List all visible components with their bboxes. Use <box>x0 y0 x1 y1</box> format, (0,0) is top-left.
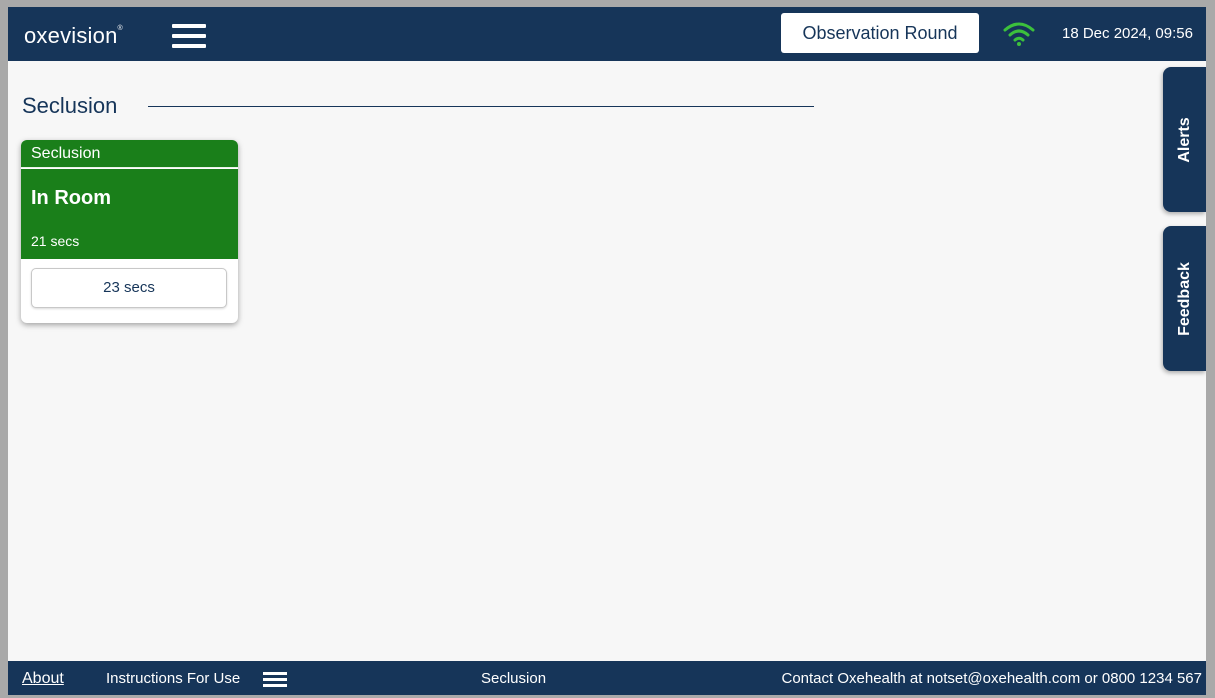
logo-text: oxevision <box>24 23 118 48</box>
instructions-menu-icon[interactable] <box>263 672 287 688</box>
card-timer-button[interactable]: 23 secs <box>31 268 227 308</box>
logo-registered-mark: ® <box>117 25 123 32</box>
observation-round-button[interactable]: Observation Round <box>781 13 979 53</box>
alerts-tab-label: Alerts <box>1175 116 1193 163</box>
wifi-icon <box>1003 22 1035 46</box>
hamburger-menu-icon[interactable] <box>172 24 206 48</box>
instructions-for-use-link[interactable]: Instructions For Use <box>106 670 240 687</box>
current-datetime: 18 Dec 2024, 09:56 <box>1062 25 1193 42</box>
footer-contact-info: Contact Oxehealth at notset@oxehealth.co… <box>781 670 1202 687</box>
footer-current-view: Seclusion <box>481 670 547 687</box>
top-bar: oxevision® Observation Round 18 Dec 2024… <box>8 7 1206 61</box>
card-status: In Room <box>31 187 111 209</box>
about-link[interactable]: About <box>22 670 64 688</box>
card-status-panel: In Room 21 secs <box>21 169 238 259</box>
card-elapsed-time: 21 secs <box>31 233 80 249</box>
section-title: Seclusion <box>22 93 118 118</box>
seclusion-room-card[interactable]: Seclusion In Room 21 secs 23 secs <box>21 140 238 323</box>
feedback-tab[interactable]: Feedback <box>1163 226 1206 371</box>
card-header: Seclusion <box>21 140 238 168</box>
section-divider <box>148 106 814 107</box>
alerts-tab[interactable]: Alerts <box>1163 67 1206 212</box>
app-frame: oxevision® Observation Round 18 Dec 2024… <box>8 7 1206 695</box>
feedback-tab-label: Feedback <box>1175 261 1193 336</box>
oxevision-logo: oxevision® <box>24 23 123 49</box>
footer-bar: About Instructions For Use Seclusion Con… <box>8 661 1206 695</box>
